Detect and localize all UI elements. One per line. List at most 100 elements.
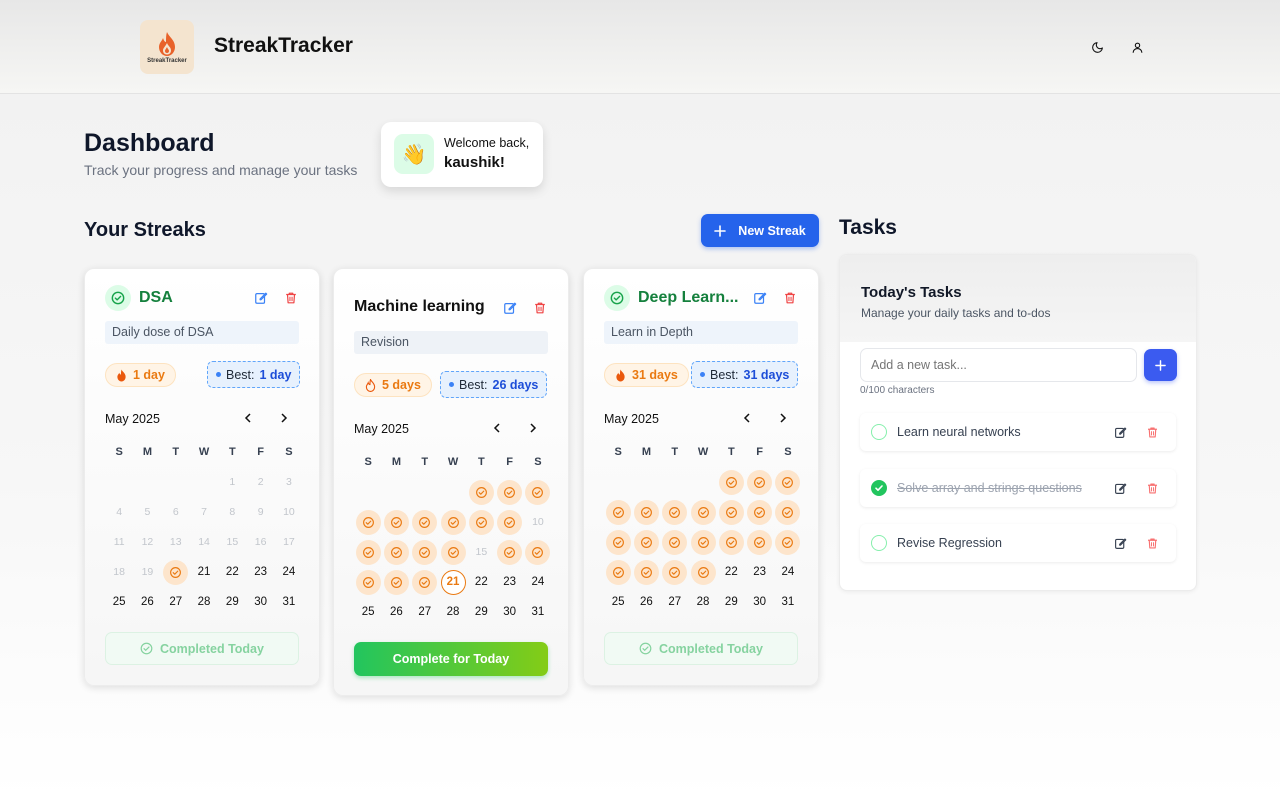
calendar-day[interactable]: 31 xyxy=(774,587,802,617)
calendar-day[interactable] xyxy=(661,497,689,527)
calendar-day[interactable] xyxy=(411,537,439,567)
delete-icon[interactable] xyxy=(532,300,548,316)
calendar-day[interactable]: 4 xyxy=(105,497,133,527)
next-month-button[interactable] xyxy=(278,412,290,424)
calendar-day[interactable]: 25 xyxy=(604,587,632,617)
calendar-day[interactable]: 15 xyxy=(218,527,246,557)
calendar-day[interactable]: 16 xyxy=(246,527,274,557)
add-task-button[interactable] xyxy=(1144,349,1177,381)
calendar-day[interactable] xyxy=(689,497,717,527)
calendar-day[interactable]: 21 xyxy=(190,557,218,587)
calendar-day[interactable]: 29 xyxy=(717,587,745,617)
calendar-day[interactable] xyxy=(717,497,745,527)
edit-icon[interactable] xyxy=(253,290,269,306)
calendar-day[interactable] xyxy=(689,557,717,587)
calendar-day[interactable]: 23 xyxy=(745,557,773,587)
calendar-day[interactable] xyxy=(495,477,523,507)
delete-icon[interactable] xyxy=(1144,480,1160,496)
calendar-day[interactable]: 10 xyxy=(275,497,303,527)
calendar-day[interactable]: 12 xyxy=(133,527,161,557)
edit-icon[interactable] xyxy=(752,290,768,306)
calendar-day[interactable]: 19 xyxy=(133,557,161,587)
calendar-day[interactable] xyxy=(524,537,552,567)
calendar-day[interactable]: 26 xyxy=(382,597,410,627)
theme-toggle-button[interactable] xyxy=(1085,35,1109,59)
calendar-day[interactable]: 30 xyxy=(495,597,523,627)
calendar-day[interactable] xyxy=(774,527,802,557)
calendar-day[interactable]: 23 xyxy=(246,557,274,587)
prev-month-button[interactable] xyxy=(741,412,753,424)
prev-month-button[interactable] xyxy=(491,422,503,434)
delete-icon[interactable] xyxy=(283,290,299,306)
calendar-day[interactable] xyxy=(467,477,495,507)
calendar-day[interactable] xyxy=(632,557,660,587)
calendar-day[interactable]: 22 xyxy=(218,557,246,587)
calendar-day[interactable]: 28 xyxy=(439,597,467,627)
calendar-day[interactable]: 18 xyxy=(105,557,133,587)
calendar-day[interactable]: 15 xyxy=(467,537,495,567)
calendar-day[interactable]: 28 xyxy=(689,587,717,617)
calendar-day[interactable]: 27 xyxy=(661,587,689,617)
calendar-day[interactable]: 26 xyxy=(632,587,660,617)
calendar-day[interactable]: 21 xyxy=(439,567,467,597)
calendar-day[interactable] xyxy=(354,507,382,537)
edit-icon[interactable] xyxy=(502,300,518,316)
task-checkbox-checked[interactable] xyxy=(871,480,887,496)
calendar-day[interactable]: 8 xyxy=(218,497,246,527)
calendar-day[interactable] xyxy=(689,527,717,557)
complete-for-today-button[interactable]: Complete for Today xyxy=(354,642,548,676)
calendar-day[interactable]: 24 xyxy=(275,557,303,587)
calendar-day[interactable] xyxy=(632,497,660,527)
calendar-day[interactable]: 3 xyxy=(275,467,303,497)
delete-icon[interactable] xyxy=(1144,424,1160,440)
calendar-day[interactable]: 30 xyxy=(745,587,773,617)
calendar-day[interactable] xyxy=(467,507,495,537)
calendar-day[interactable] xyxy=(745,467,773,497)
edit-icon[interactable] xyxy=(1112,424,1128,440)
delete-icon[interactable] xyxy=(1144,535,1160,551)
calendar-day[interactable]: 17 xyxy=(275,527,303,557)
calendar-day[interactable] xyxy=(495,507,523,537)
calendar-day[interactable]: 27 xyxy=(162,587,190,617)
calendar-day[interactable] xyxy=(604,557,632,587)
calendar-day[interactable]: 9 xyxy=(246,497,274,527)
calendar-day[interactable]: 1 xyxy=(218,467,246,497)
calendar-day[interactable]: 22 xyxy=(717,557,745,587)
calendar-day[interactable]: 7 xyxy=(190,497,218,527)
calendar-day[interactable] xyxy=(717,527,745,557)
prev-month-button[interactable] xyxy=(242,412,254,424)
calendar-day[interactable] xyxy=(745,527,773,557)
calendar-day[interactable]: 13 xyxy=(162,527,190,557)
edit-icon[interactable] xyxy=(1112,535,1128,551)
edit-icon[interactable] xyxy=(1112,480,1128,496)
delete-icon[interactable] xyxy=(782,290,798,306)
calendar-day[interactable]: 25 xyxy=(354,597,382,627)
calendar-day[interactable]: 10 xyxy=(524,507,552,537)
calendar-day[interactable]: 5 xyxy=(133,497,161,527)
calendar-day[interactable] xyxy=(604,497,632,527)
calendar-day[interactable] xyxy=(411,507,439,537)
calendar-day[interactable] xyxy=(524,477,552,507)
next-month-button[interactable] xyxy=(777,412,789,424)
calendar-day[interactable]: 29 xyxy=(218,587,246,617)
calendar-day[interactable]: 2 xyxy=(246,467,274,497)
calendar-day[interactable] xyxy=(162,557,190,587)
calendar-day[interactable] xyxy=(411,567,439,597)
calendar-day[interactable]: 29 xyxy=(467,597,495,627)
calendar-day[interactable]: 31 xyxy=(524,597,552,627)
calendar-day[interactable] xyxy=(354,567,382,597)
calendar-day[interactable]: 23 xyxy=(495,567,523,597)
calendar-day[interactable] xyxy=(495,537,523,567)
calendar-day[interactable]: 25 xyxy=(105,587,133,617)
calendar-day[interactable] xyxy=(382,537,410,567)
calendar-day[interactable]: 24 xyxy=(774,557,802,587)
calendar-day[interactable] xyxy=(439,537,467,567)
app-logo[interactable]: StreakTracker xyxy=(140,20,194,74)
next-month-button[interactable] xyxy=(527,422,539,434)
new-task-input[interactable] xyxy=(860,348,1137,382)
calendar-day[interactable] xyxy=(774,497,802,527)
calendar-day[interactable] xyxy=(745,497,773,527)
calendar-day[interactable] xyxy=(354,537,382,567)
calendar-day[interactable] xyxy=(382,567,410,597)
profile-button[interactable] xyxy=(1125,35,1149,59)
